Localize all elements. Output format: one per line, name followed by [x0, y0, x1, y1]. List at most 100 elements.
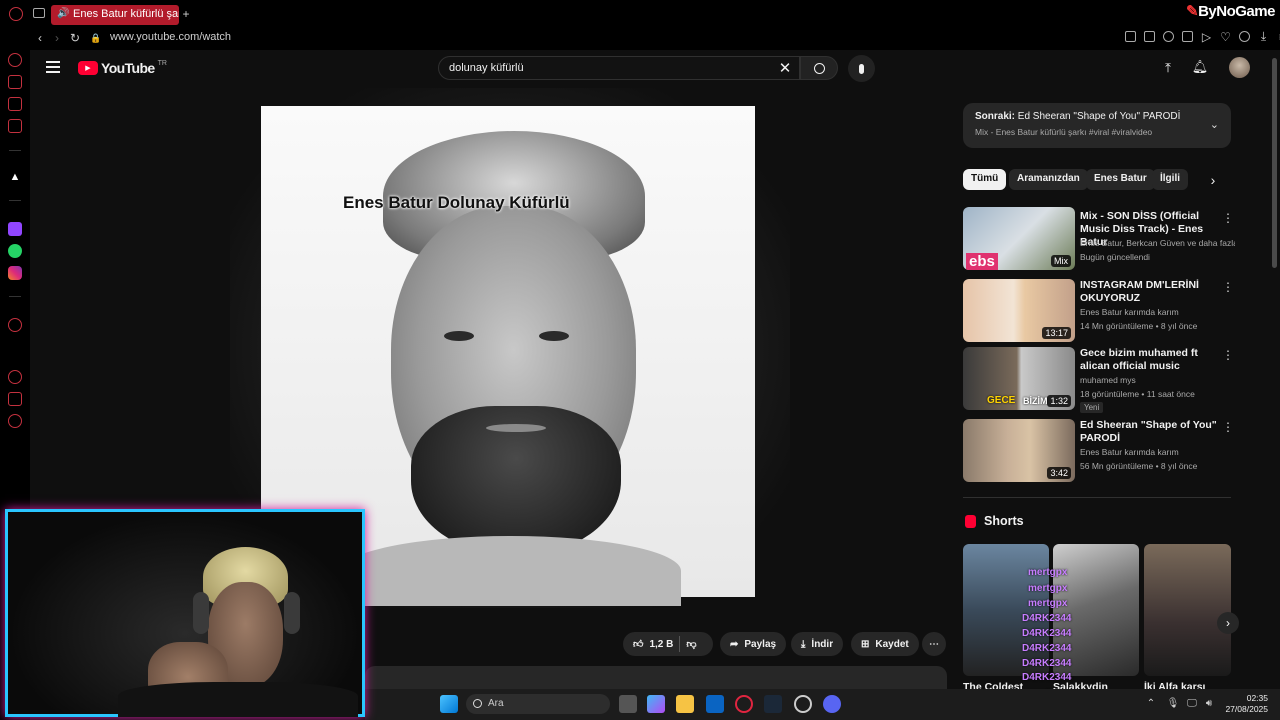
- save-button[interactable]: ⊞ Kaydet: [851, 632, 919, 656]
- rec-title[interactable]: Ed Sheeran "Shape of You" PARODİ: [1080, 419, 1230, 445]
- share-icon: ➦: [730, 638, 739, 650]
- back-icon[interactable]: ‹: [33, 31, 47, 45]
- up-next-card[interactable]: Sonraki: Ed Sheeran "Shape of You" PAROD…: [963, 103, 1231, 148]
- rec-channel[interactable]: Enes Batur karımda karım: [1080, 446, 1235, 459]
- like-icon[interactable]: 👍︎: [633, 638, 643, 650]
- duration-badge: 13:17: [1042, 327, 1071, 339]
- reload-icon[interactable]: ↻: [68, 31, 82, 45]
- vpn-icon[interactable]: [1163, 31, 1174, 42]
- download-icon[interactable]: ⤓: [1258, 29, 1269, 43]
- whatsapp-icon[interactable]: [8, 244, 22, 258]
- download-button[interactable]: ⤓ İndir: [791, 632, 844, 656]
- crypto-wallet-icon[interactable]: [8, 75, 22, 89]
- rail-divider: [9, 296, 21, 297]
- network-icon[interactable]: 🖵: [1186, 697, 1198, 709]
- search-icon: [813, 62, 825, 74]
- camera-icon[interactable]: [1182, 31, 1193, 42]
- page-scrollbar[interactable]: [1272, 58, 1277, 268]
- outlook-icon[interactable]: [706, 695, 724, 713]
- file-explorer-icon[interactable]: [676, 695, 694, 713]
- chevron-down-icon[interactable]: ⌄: [1210, 118, 1219, 131]
- hamburger-icon[interactable]: [46, 61, 60, 73]
- gx-corner-icon[interactable]: [8, 119, 22, 133]
- rec-thumbnail[interactable]: GECE BİZİM 1:32: [963, 347, 1075, 410]
- tab-active[interactable]: 🔊 Enes Batur küfürlü şarı: [51, 5, 179, 25]
- rec-meta: 56 Mn görüntüleme • 8 yıl önce: [1080, 461, 1198, 471]
- rec-thumbnail[interactable]: 13:17: [963, 279, 1075, 342]
- shorts-heading: Shorts: [984, 514, 1024, 528]
- divider: [679, 636, 681, 652]
- share-button[interactable]: ➦ Paylaş: [720, 632, 787, 656]
- search-input[interactable]: dolunay küfürlü: [438, 56, 800, 80]
- speaker-icon[interactable]: 🔊: [57, 8, 69, 19]
- short-card[interactable]: [1053, 544, 1139, 676]
- dislike-icon[interactable]: 👎︎: [686, 638, 696, 650]
- opera-logo-icon[interactable]: [9, 7, 23, 21]
- adblock-icon[interactable]: [1125, 31, 1136, 42]
- microphone-tray-icon[interactable]: 🎙︎: [1167, 697, 1180, 709]
- steam-icon[interactable]: [764, 695, 782, 713]
- workspaces-icon[interactable]: [8, 97, 22, 111]
- short-card[interactable]: [963, 544, 1049, 676]
- copilot-icon[interactable]: [647, 695, 665, 713]
- tab-title: Enes Batur küfürlü şarı: [73, 8, 179, 20]
- notifications-icon[interactable]: 🔔︎: [1192, 59, 1209, 75]
- settings-icon[interactable]: [8, 414, 22, 428]
- chevron-right-icon[interactable]: ›: [1206, 172, 1220, 188]
- avatar[interactable]: [1229, 57, 1250, 78]
- rec-thumbnail[interactable]: ebs Mix: [963, 207, 1075, 270]
- rec-title[interactable]: Gece bizim muhamed ft alican official mu…: [1080, 347, 1230, 373]
- rec-title[interactable]: INSTAGRAM DM'LERİNİ OKUYORUZ: [1080, 279, 1230, 305]
- snapshot-icon[interactable]: [1144, 31, 1155, 42]
- task-view-icon[interactable]: [619, 695, 637, 713]
- play-icon[interactable]: ▷: [1201, 30, 1212, 44]
- opera-gx-icon[interactable]: [735, 695, 753, 713]
- short-card[interactable]: [1144, 544, 1231, 676]
- stream-watermark: ✎ByNoGame: [1186, 3, 1275, 20]
- aria-icon[interactable]: [8, 53, 22, 67]
- chip-enes-batur[interactable]: Enes Batur: [1086, 169, 1155, 190]
- discord-icon[interactable]: [823, 695, 841, 713]
- heart-icon[interactable]: ♡: [1220, 30, 1231, 44]
- chip-related[interactable]: İlgili: [1152, 169, 1188, 190]
- rec-meta: 14 Mn görüntüleme • 8 yıl önce: [1080, 321, 1198, 331]
- more-vertical-icon[interactable]: ⋮: [1222, 348, 1234, 362]
- rec-channel[interactable]: Enes Batur karımda karım: [1080, 306, 1235, 319]
- profile-icon[interactable]: [1239, 31, 1250, 42]
- obs-icon[interactable]: [794, 695, 812, 713]
- clear-search-icon[interactable]: ✕: [777, 60, 793, 77]
- chip-from-search[interactable]: Aramanızdan: [1009, 169, 1088, 190]
- taskbar-clock[interactable]: 02:35 27/08/2025: [1222, 693, 1268, 715]
- player-icon[interactable]: [8, 318, 22, 332]
- url-field[interactable]: www.youtube.com/watch: [110, 31, 231, 43]
- rec-thumbnail[interactable]: 3:42: [963, 419, 1075, 482]
- volume-icon[interactable]: 🔊︎: [1203, 697, 1215, 709]
- rec-meta: Bugün güncellendi: [1080, 252, 1150, 262]
- tray-chevron-icon[interactable]: ⌃: [1145, 697, 1157, 709]
- shorts-next-button[interactable]: ›: [1217, 612, 1239, 634]
- flame-icon: ✎: [1186, 3, 1199, 20]
- chip-all[interactable]: Tümü: [963, 169, 1007, 190]
- search-button[interactable]: [800, 56, 838, 80]
- twitch-icon[interactable]: [8, 222, 22, 236]
- more-vertical-icon[interactable]: ⋮: [1222, 280, 1234, 294]
- instagram-icon[interactable]: [8, 266, 22, 280]
- extensions-icon[interactable]: [8, 392, 22, 406]
- youtube-logo[interactable]: ▶ YouTube TR: [78, 60, 167, 76]
- tab-islands-icon[interactable]: [33, 8, 45, 18]
- like-count[interactable]: 1,2 B: [649, 639, 673, 650]
- more-vertical-icon[interactable]: ⋮: [1222, 211, 1234, 225]
- windows-start-icon[interactable]: [440, 695, 458, 713]
- history-icon[interactable]: [8, 370, 22, 384]
- rec-meta: 18 görüntüleme • 11 saat önce: [1080, 389, 1195, 399]
- gx-logo-icon[interactable]: ▲: [8, 170, 22, 184]
- more-actions-button[interactable]: ⋯: [922, 632, 946, 656]
- voice-search-button[interactable]: [848, 55, 875, 82]
- forward-icon[interactable]: ›: [50, 31, 64, 45]
- rec-channel[interactable]: muhamed mys: [1080, 374, 1235, 387]
- new-tab-button[interactable]: +: [180, 7, 192, 21]
- upload-icon[interactable]: ⤒: [1160, 60, 1176, 76]
- rec-channel[interactable]: Enes Batur, Berkcan Güven ve daha fazlas…: [1080, 237, 1235, 250]
- taskbar-search[interactable]: Ara: [466, 694, 610, 714]
- more-vertical-icon[interactable]: ⋮: [1222, 420, 1234, 434]
